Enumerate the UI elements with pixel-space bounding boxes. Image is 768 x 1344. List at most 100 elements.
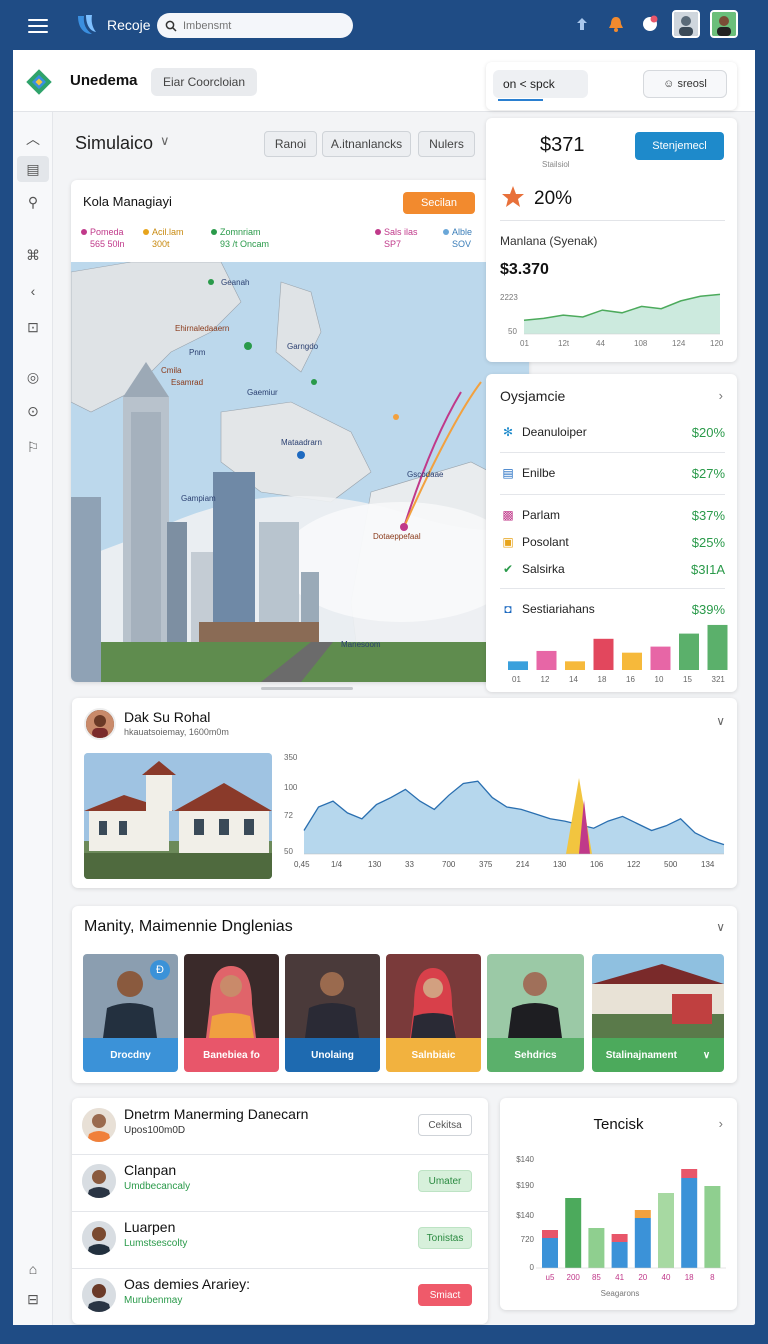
filter-button-2[interactable]: A.itnanlancks	[322, 131, 411, 157]
chevron-right-icon[interactable]: ›	[719, 388, 723, 403]
legend-dot	[143, 229, 149, 235]
team-member-tile[interactable]: Ð Drocdny	[83, 954, 178, 1072]
target-icon[interactable]: ◎	[17, 364, 49, 390]
tab-active[interactable]: on < spck	[493, 70, 588, 101]
back-icon[interactable]: ‹	[17, 278, 49, 304]
bar	[588, 1228, 605, 1268]
bar	[679, 633, 699, 670]
x-tick-label: 500	[664, 860, 678, 869]
user-avatar-2[interactable]	[710, 10, 738, 38]
profile-name: Dak Su Rohal	[124, 709, 211, 725]
building-photo[interactable]	[84, 753, 272, 879]
status-badge[interactable]: Smiact	[418, 1284, 472, 1306]
status-badge[interactable]: Cekitsa	[418, 1114, 472, 1136]
filter-button-1[interactable]: Ranoi	[264, 131, 317, 157]
map-label: Ehirnaledaaern	[175, 324, 230, 333]
list-item[interactable]: ✻ Deanuloiper $20%	[500, 422, 725, 442]
app-logo-icon	[26, 69, 52, 95]
list-item[interactable]: ▣ Posolant $25%	[500, 532, 725, 552]
window-icon[interactable]: ⊡	[17, 314, 49, 340]
filter-button-3[interactable]: Nulers	[418, 131, 475, 157]
team-member-tile[interactable]: Salnbiaic	[386, 954, 481, 1072]
grid-icon[interactable]: ▤	[17, 156, 49, 182]
status-badge[interactable]: Tonistas	[418, 1227, 472, 1249]
legend-item: Acil.lam 300t	[143, 226, 184, 250]
x-tick-label: 214	[516, 860, 530, 869]
info-icon[interactable]: ⊙	[17, 398, 49, 424]
map-label: Esamrad	[171, 378, 204, 387]
header-tab[interactable]: Eiar Coorcloian	[151, 68, 257, 96]
list-item[interactable]: ▤ Enilbe $27%	[500, 463, 725, 483]
list-item-value: $20%	[691, 424, 725, 440]
brand-name[interactable]: Recoje	[107, 17, 151, 33]
map-label: Manesoom	[341, 640, 381, 649]
team-title: Manity, Maimennie Dnglenias	[84, 918, 293, 935]
x-tick-label: 16	[626, 675, 635, 684]
title-dropdown-chevron-icon[interactable]: ∨	[160, 133, 170, 149]
view-select[interactable]: ☺ sreosl	[643, 70, 727, 98]
legend-dot	[375, 229, 381, 235]
team-member-tile[interactable]: Sehdrics	[487, 954, 584, 1072]
check-icon: ✔	[502, 562, 514, 576]
star-icon	[502, 186, 524, 207]
brand-logo-icon[interactable]	[74, 12, 100, 38]
user-avatar-1[interactable]	[672, 10, 700, 38]
x-tick-label: 130	[368, 860, 382, 869]
profile-card: Dak Su Rohal hkauatsoiemay, 1600m0m ∨ 35…	[72, 698, 737, 888]
x-tick-label: 200	[567, 1273, 581, 1282]
team-member-tile[interactable]: Stalinajnament ∨	[592, 954, 724, 1072]
horizontal-scroll-indicator[interactable]	[261, 687, 353, 690]
notification-bell-icon[interactable]	[604, 12, 628, 36]
map-view[interactable]: Geanah Ehirnaledaaern Pnm Garngdo Cmila …	[71, 261, 529, 682]
profile-avatar[interactable]	[84, 708, 116, 740]
team-member-label: Salnbiaic	[386, 1038, 481, 1072]
minus-box-icon[interactable]: ⊟	[17, 1286, 49, 1312]
x-tick-label: 8	[710, 1273, 715, 1282]
hamburger-menu-icon[interactable]	[28, 15, 48, 33]
flag-icon[interactable]: ⚐	[17, 434, 49, 460]
page-title: Simulaico	[75, 133, 154, 153]
list-item[interactable]: Luarpen Lumstsescolty Tonistas	[82, 1219, 478, 1259]
collapse-chevron-icon[interactable]: ︿	[17, 126, 49, 152]
list-item-value: $27%	[691, 465, 725, 481]
list-item[interactable]: Oas demies Arariey: Murubenmay Smiact	[82, 1276, 478, 1316]
map-label: Gscodaae	[407, 470, 444, 479]
status-badge[interactable]: Umater	[418, 1170, 472, 1192]
y-tick-label: 50	[508, 327, 517, 336]
legend-value: SOV	[452, 239, 472, 249]
list-item[interactable]: Dnetrm Manerming Danecarn Upos100m0D Cek…	[82, 1106, 478, 1146]
list-item[interactable]: ▩ Parlam $37%	[500, 505, 725, 525]
team-member-tile[interactable]: Banebiea fo	[184, 954, 279, 1072]
pin-icon[interactable]: ⚲	[17, 189, 49, 215]
search-box[interactable]	[157, 13, 353, 38]
map-action-button[interactable]: Secilan	[403, 192, 475, 214]
x-tick-label: 12t	[558, 339, 570, 348]
team-member-label: Sehdrics	[487, 1038, 584, 1072]
bar	[565, 1198, 582, 1268]
x-tick-label: 120	[710, 339, 724, 348]
bar	[707, 624, 728, 670]
x-tick-label: 41	[615, 1273, 624, 1282]
stat-action-button[interactable]: Stenjemecl	[635, 132, 724, 160]
person-name: Oas demies Arariey:	[124, 1276, 251, 1292]
bar	[658, 1193, 674, 1268]
team-member-tile[interactable]: Unolaing	[285, 954, 380, 1072]
chevron-down-icon[interactable]: ∨	[716, 920, 725, 934]
list-item-label: Deanuloiper	[522, 425, 587, 439]
bar-chart-title: Tencisk	[593, 1116, 644, 1133]
apps-icon[interactable]: ⌘	[17, 242, 49, 268]
chevron-down-icon[interactable]: ∨	[716, 714, 725, 728]
home-icon[interactable]: ⌂	[17, 1256, 49, 1282]
person-avatar	[82, 1164, 116, 1198]
upload-icon[interactable]	[570, 12, 594, 36]
chat-icon[interactable]	[638, 12, 662, 36]
chevron-down-icon[interactable]: ∨	[703, 1050, 710, 1061]
list-item[interactable]: ✔ Salsirka $3I1A	[500, 559, 725, 579]
bar	[650, 646, 671, 670]
team-member-label-text: Stalinajnament	[605, 1049, 677, 1061]
chevron-right-icon[interactable]: ›	[719, 1116, 723, 1131]
list-item[interactable]: Clanpan Umdbecancaly Umater	[82, 1162, 478, 1202]
y-tick-label: $190	[516, 1181, 534, 1190]
bar	[704, 1186, 721, 1268]
search-input[interactable]	[183, 19, 333, 32]
